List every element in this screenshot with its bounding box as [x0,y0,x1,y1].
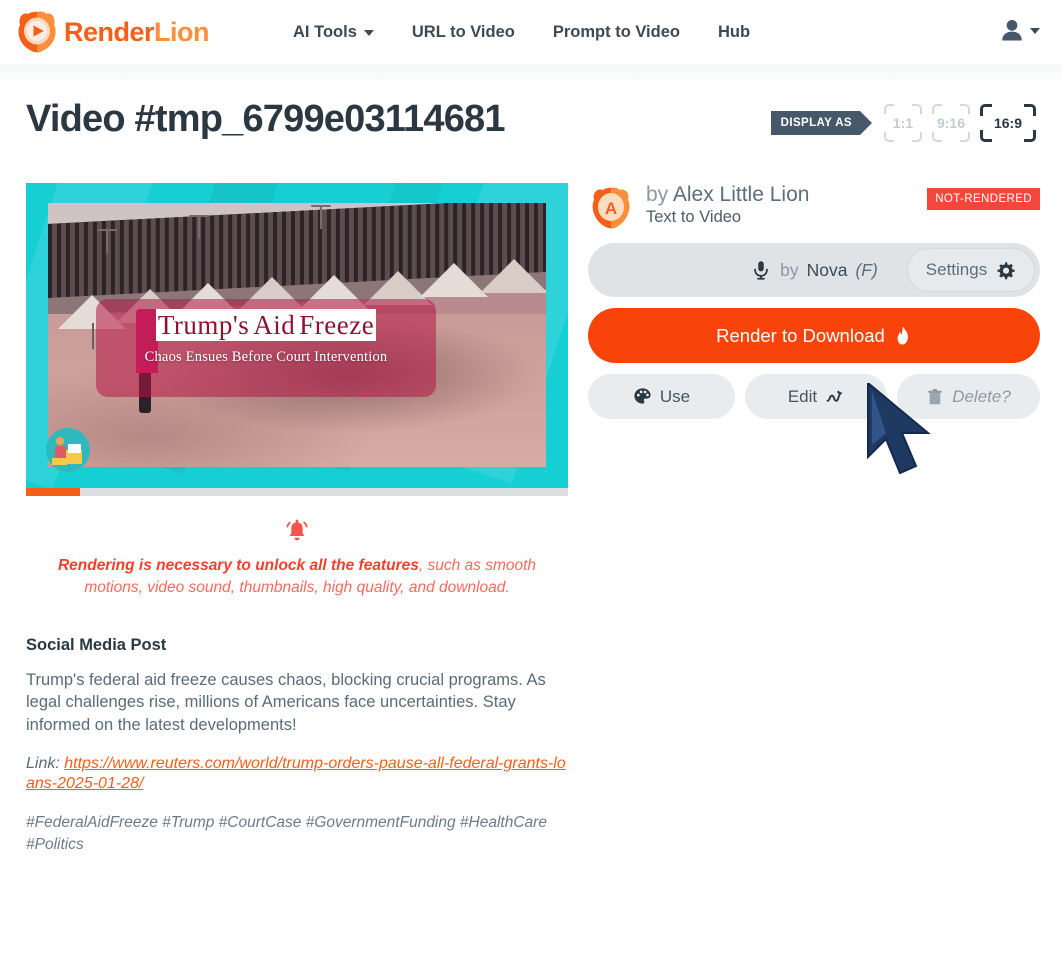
top-navigation-bar: RenderLion AI Tools URL to Video Prompt … [0,0,1062,64]
use-button[interactable]: Use [588,374,735,419]
owner-byline: by Alex Little Lion [646,183,809,207]
nav-item-prompt-to-video[interactable]: Prompt to Video [553,23,680,42]
display-as-control: DISPLAY AS 1:1 9:16 16:9 [770,104,1036,142]
video-still-image: Trump's Aid Freeze Chaos Ensues Before Cou… [48,203,546,467]
nav-links: AI Tools URL to Video Prompt to Video Hu… [293,23,750,42]
svg-text:A: A [605,199,617,218]
render-button-label: Render to Download [716,324,885,346]
edit-button-label: Edit [787,386,818,406]
ratio-button-16-9[interactable]: 16:9 [980,104,1036,142]
owner-row: A by Alex Little Lion Text to Video NOT-… [588,183,1040,241]
chevron-down-icon [363,30,374,36]
page-content: Video #tmp_6799e03114681 DISPLAY AS 1:1 … [0,80,1062,853]
alert-bell-icon [284,518,310,549]
edit-button[interactable]: Edit [745,374,887,419]
trash-icon [928,388,942,404]
lion-play-logo [14,9,60,55]
voice-settings-button[interactable]: Settings [907,248,1035,292]
use-button-label: Use [659,386,691,406]
delete-button[interactable]: Delete? [897,374,1040,419]
video-headline: Trump's Aid Freeze Chaos Ensues Before Cou… [96,309,436,366]
person-at-desk-badge [46,428,90,472]
user-avatar-icon [1002,19,1022,41]
video-type: Text to Video [646,208,742,227]
social-post-heading: Social Media Post [26,635,167,654]
nav-underlay-band [0,64,1062,80]
flame-icon [897,326,908,345]
nav-item-ai-tools[interactable]: AI Tools [293,23,374,42]
left-column: Trump's Aid Freeze Chaos Ensues Before Cou… [26,183,568,856]
delete-button-label: Delete? [952,386,1011,406]
right-column: A by Alex Little Lion Text to Video NOT-… [588,183,1040,419]
microphone-icon [754,261,768,280]
pen-squiggle-icon [826,390,843,402]
voice-by-prefix: by [780,259,799,280]
video-subtitle: Chaos Ensues Before Court Intervention [144,348,388,365]
nav-item-hub[interactable]: Hub [718,23,750,42]
social-post-link-label: Link: [26,755,60,773]
social-post-body: Trump's federal aid freeze causes chaos,… [26,670,546,734]
voice-name: Nova [806,259,848,280]
social-post-hashtags: #FederalAidFreeze #Trump #CourtCase #Gov… [26,814,547,854]
social-post-link[interactable]: https://www.reuters.com/world/trump-orde… [26,755,566,792]
voice-gender: (F) [855,259,878,280]
nav-item-url-to-video[interactable]: URL to Video [412,23,515,42]
headline-word-1: Trump's [155,309,252,341]
voice-selector-bar[interactable]: by Nova (F) Settings [588,243,1040,297]
nav-item-ai-tools-label: AI Tools [293,22,357,41]
headline-word-3: Freeze [297,309,377,341]
social-media-post: Social Media Post Trump's federal aid fr… [26,636,568,856]
brand-logo-link[interactable]: RenderLion [14,9,210,55]
brand-word-lion: Lion [154,16,210,47]
video-preview[interactable]: Trump's Aid Freeze Chaos Ensues Before Cou… [26,183,568,488]
render-warning-bold: Rendering is necessary to unlock all the… [57,557,419,574]
owner-name: Alex Little Lion [672,183,810,206]
video-progress-bar[interactable] [26,488,568,496]
render-to-download-button[interactable]: Render to Download [588,308,1040,363]
ratio-button-1-1[interactable]: 1:1 [884,104,922,142]
voice-settings-label: Settings [925,260,988,279]
social-post-link-row: Link: https://www.reuters.com/world/trum… [26,754,568,794]
owner-text: by Alex Little Lion Text to Video [646,183,809,227]
nav-item-hub-label: Hub [717,22,751,41]
page-title: Video #tmp_6799e03114681 [26,98,506,140]
ratio-button-9-16[interactable]: 9:16 [932,104,970,142]
video-progress-fill [26,488,81,496]
lion-avatar-a[interactable]: A [588,185,634,231]
ratio-button-9-16-label: 9:16 [936,115,966,131]
render-warning: Rendering is necessary to unlock all the… [26,518,568,600]
brand-wordmark: RenderLion [64,16,210,48]
title-row: Video #tmp_6799e03114681 DISPLAY AS 1:1 … [26,80,1036,150]
action-button-row: Use Edit Delete? [588,374,1040,419]
display-as-label: DISPLAY AS [770,111,873,135]
ratio-button-1-1-label: 1:1 [892,115,914,131]
status-badge: NOT-RENDERED [927,188,1040,210]
nav-item-prompt-to-video-label: Prompt to Video [552,22,680,41]
brand-word-render: Render [64,16,155,47]
palette-icon [634,388,651,404]
ratio-button-16-9-label: 16:9 [993,115,1023,131]
headline-word-2: Aid [251,309,298,341]
user-menu-button[interactable] [998,16,1040,44]
gear-icon [997,261,1015,279]
user-menu-chevron-icon [1030,28,1040,34]
voice-info: by Nova (F) [750,259,878,281]
render-warning-text: Rendering is necessary to unlock all the… [32,555,562,600]
nav-item-url-to-video-label: URL to Video [411,22,515,41]
owner-by-prefix: by [646,183,673,206]
